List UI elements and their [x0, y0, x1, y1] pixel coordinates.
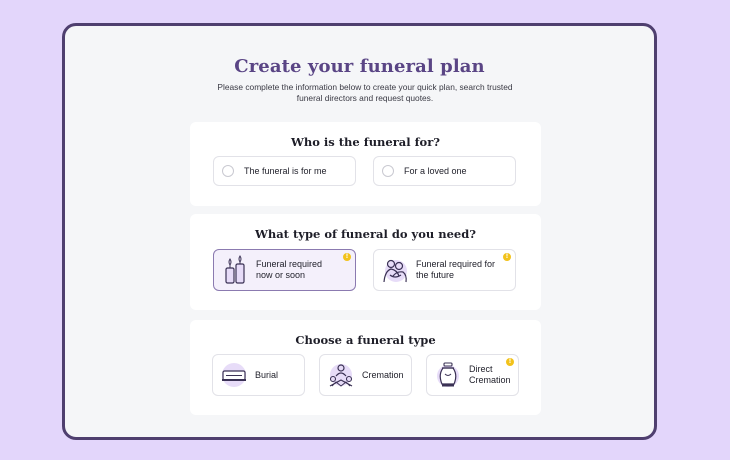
option-direct-cremation[interactable]: Direct Cremation !	[426, 354, 519, 396]
info-icon[interactable]: !	[506, 358, 514, 366]
option-for-loved-one[interactable]: For a loved one	[373, 156, 516, 186]
option-label: The funeral is for me	[244, 165, 327, 176]
urn-icon	[431, 358, 465, 392]
need-question: What type of funeral do you need?	[254, 227, 477, 241]
info-icon[interactable]: !	[503, 253, 511, 261]
radio-circle-icon	[222, 165, 234, 177]
coffin-icon	[217, 358, 251, 392]
funeral-plan-panel: Create your funeral plan Please complete…	[62, 23, 657, 440]
option-label: For a loved one	[404, 165, 467, 176]
option-required-future[interactable]: Funeral required for the future !	[373, 249, 516, 291]
hug-icon	[378, 253, 412, 287]
option-label: Direct Cremation	[469, 364, 511, 385]
funeral-need-card: What type of funeral do you need? Funera…	[190, 214, 541, 310]
option-label: Funeral required now or soon	[256, 259, 323, 280]
type-question: Choose a funeral type	[295, 333, 436, 347]
cremation-icon	[324, 358, 358, 392]
option-cremation[interactable]: Cremation	[319, 354, 412, 396]
option-burial[interactable]: Burial	[212, 354, 305, 396]
option-label: Funeral required for the future	[416, 259, 496, 280]
who-question: Who is the funeral for?	[290, 135, 441, 149]
radio-circle-icon	[382, 165, 394, 177]
option-funeral-for-me[interactable]: The funeral is for me	[213, 156, 356, 186]
option-label: Cremation	[362, 369, 404, 380]
option-label: Burial	[255, 369, 279, 380]
who-is-funeral-for-card: Who is the funeral for? The funeral is f…	[190, 122, 541, 206]
option-required-now[interactable]: Funeral required now or soon !	[213, 249, 356, 291]
funeral-type-card: Choose a funeral type Burial Cremation D…	[190, 320, 541, 415]
candles-icon	[218, 253, 252, 287]
info-icon[interactable]: !	[343, 253, 351, 261]
page-subtitle: Please complete the information below to…	[217, 82, 513, 103]
page-title: Create your funeral plan	[234, 56, 485, 77]
